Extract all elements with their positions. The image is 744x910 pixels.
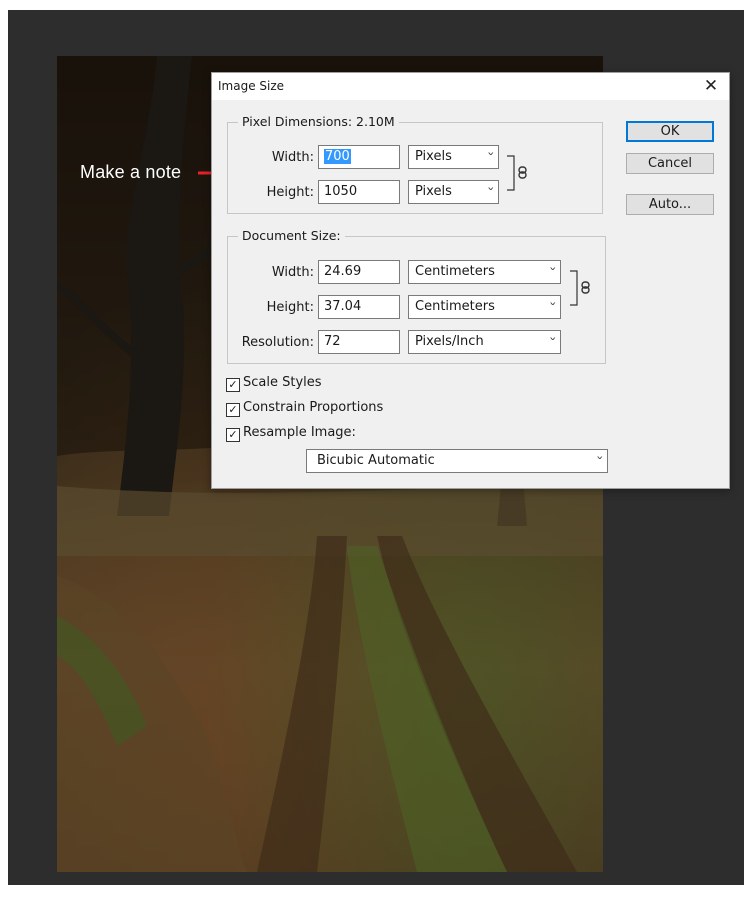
resolution-unit-select[interactable]: Pixels/Inch ˅ <box>408 330 561 354</box>
doc-height-input[interactable]: 37.04 <box>318 295 400 319</box>
chain-link-icon[interactable] <box>505 155 531 191</box>
pixel-dimensions-legend: Pixel Dimensions: 2.10M <box>238 114 399 129</box>
resample-method-select[interactable]: Bicubic Automatic ˅ <box>306 449 608 473</box>
doc-height-value: 37.04 <box>324 299 362 314</box>
doc-width-input[interactable]: 24.69 <box>318 260 400 284</box>
cancel-button[interactable]: Cancel <box>626 153 714 174</box>
pixel-height-unit-select[interactable]: Pixels ˅ <box>408 180 499 204</box>
pixel-width-value: 700 <box>324 149 351 164</box>
pixel-height-value: 1050 <box>324 184 358 199</box>
checkmark-icon[interactable]: ✓ <box>226 403 240 417</box>
chevron-down-icon: ˅ <box>548 336 557 349</box>
annotation-label: Make a note <box>80 162 182 182</box>
chevron-down-icon: ˅ <box>548 301 557 314</box>
doc-height-unit: Centimeters <box>415 299 495 314</box>
chevron-down-icon: ˅ <box>486 186 495 199</box>
image-size-dialog: Image Size ✕ Pixel Dimensions: 2.10M Wid… <box>211 72 730 489</box>
pixel-width-unit: Pixels <box>415 149 452 164</box>
resample-image-label: Resample Image: <box>243 425 356 440</box>
chain-link-icon[interactable] <box>568 270 594 306</box>
checkmark-icon[interactable]: ✓ <box>226 378 240 392</box>
resolution-label: Resolution: <box>241 335 314 350</box>
close-icon[interactable]: ✕ <box>701 76 721 96</box>
pixel-height-input[interactable]: 1050 <box>318 180 400 204</box>
pixel-width-label: Width: <box>271 150 314 165</box>
constrain-proportions-label: Constrain Proportions <box>243 400 384 415</box>
checkmark-icon[interactable]: ✓ <box>226 428 240 442</box>
pixel-height-label: Height: <box>266 185 314 200</box>
resolution-unit: Pixels/Inch <box>415 334 484 349</box>
doc-width-label: Width: <box>271 265 314 280</box>
document-size-legend: Document Size: <box>238 228 345 243</box>
scale-styles-option[interactable]: ✓ Scale Styles <box>226 375 322 392</box>
resolution-input[interactable]: 72 <box>318 330 400 354</box>
constrain-proportions-option[interactable]: ✓ Constrain Proportions <box>226 400 383 417</box>
chevron-down-icon: ˅ <box>548 266 557 279</box>
doc-width-unit-select[interactable]: Centimeters ˅ <box>408 260 561 284</box>
scale-styles-label: Scale Styles <box>243 375 322 390</box>
chevron-down-icon: ˅ <box>595 455 604 468</box>
resample-method-value: Bicubic Automatic <box>317 453 435 468</box>
doc-height-label: Height: <box>266 300 314 315</box>
resample-image-option[interactable]: ✓ Resample Image: <box>226 425 356 442</box>
dialog-titlebar[interactable]: Image Size ✕ <box>212 73 729 100</box>
chevron-down-icon: ˅ <box>486 151 495 164</box>
ok-button[interactable]: OK <box>626 121 714 142</box>
doc-width-unit: Centimeters <box>415 264 495 279</box>
pixel-width-unit-select[interactable]: Pixels ˅ <box>408 145 499 169</box>
doc-height-unit-select[interactable]: Centimeters ˅ <box>408 295 561 319</box>
doc-width-value: 24.69 <box>324 264 362 279</box>
dialog-title: Image Size <box>218 79 285 93</box>
pixel-width-input[interactable]: 700 <box>318 145 400 169</box>
pixel-height-unit: Pixels <box>415 184 452 199</box>
resolution-value: 72 <box>324 334 341 349</box>
auto-button[interactable]: Auto... <box>626 194 714 215</box>
